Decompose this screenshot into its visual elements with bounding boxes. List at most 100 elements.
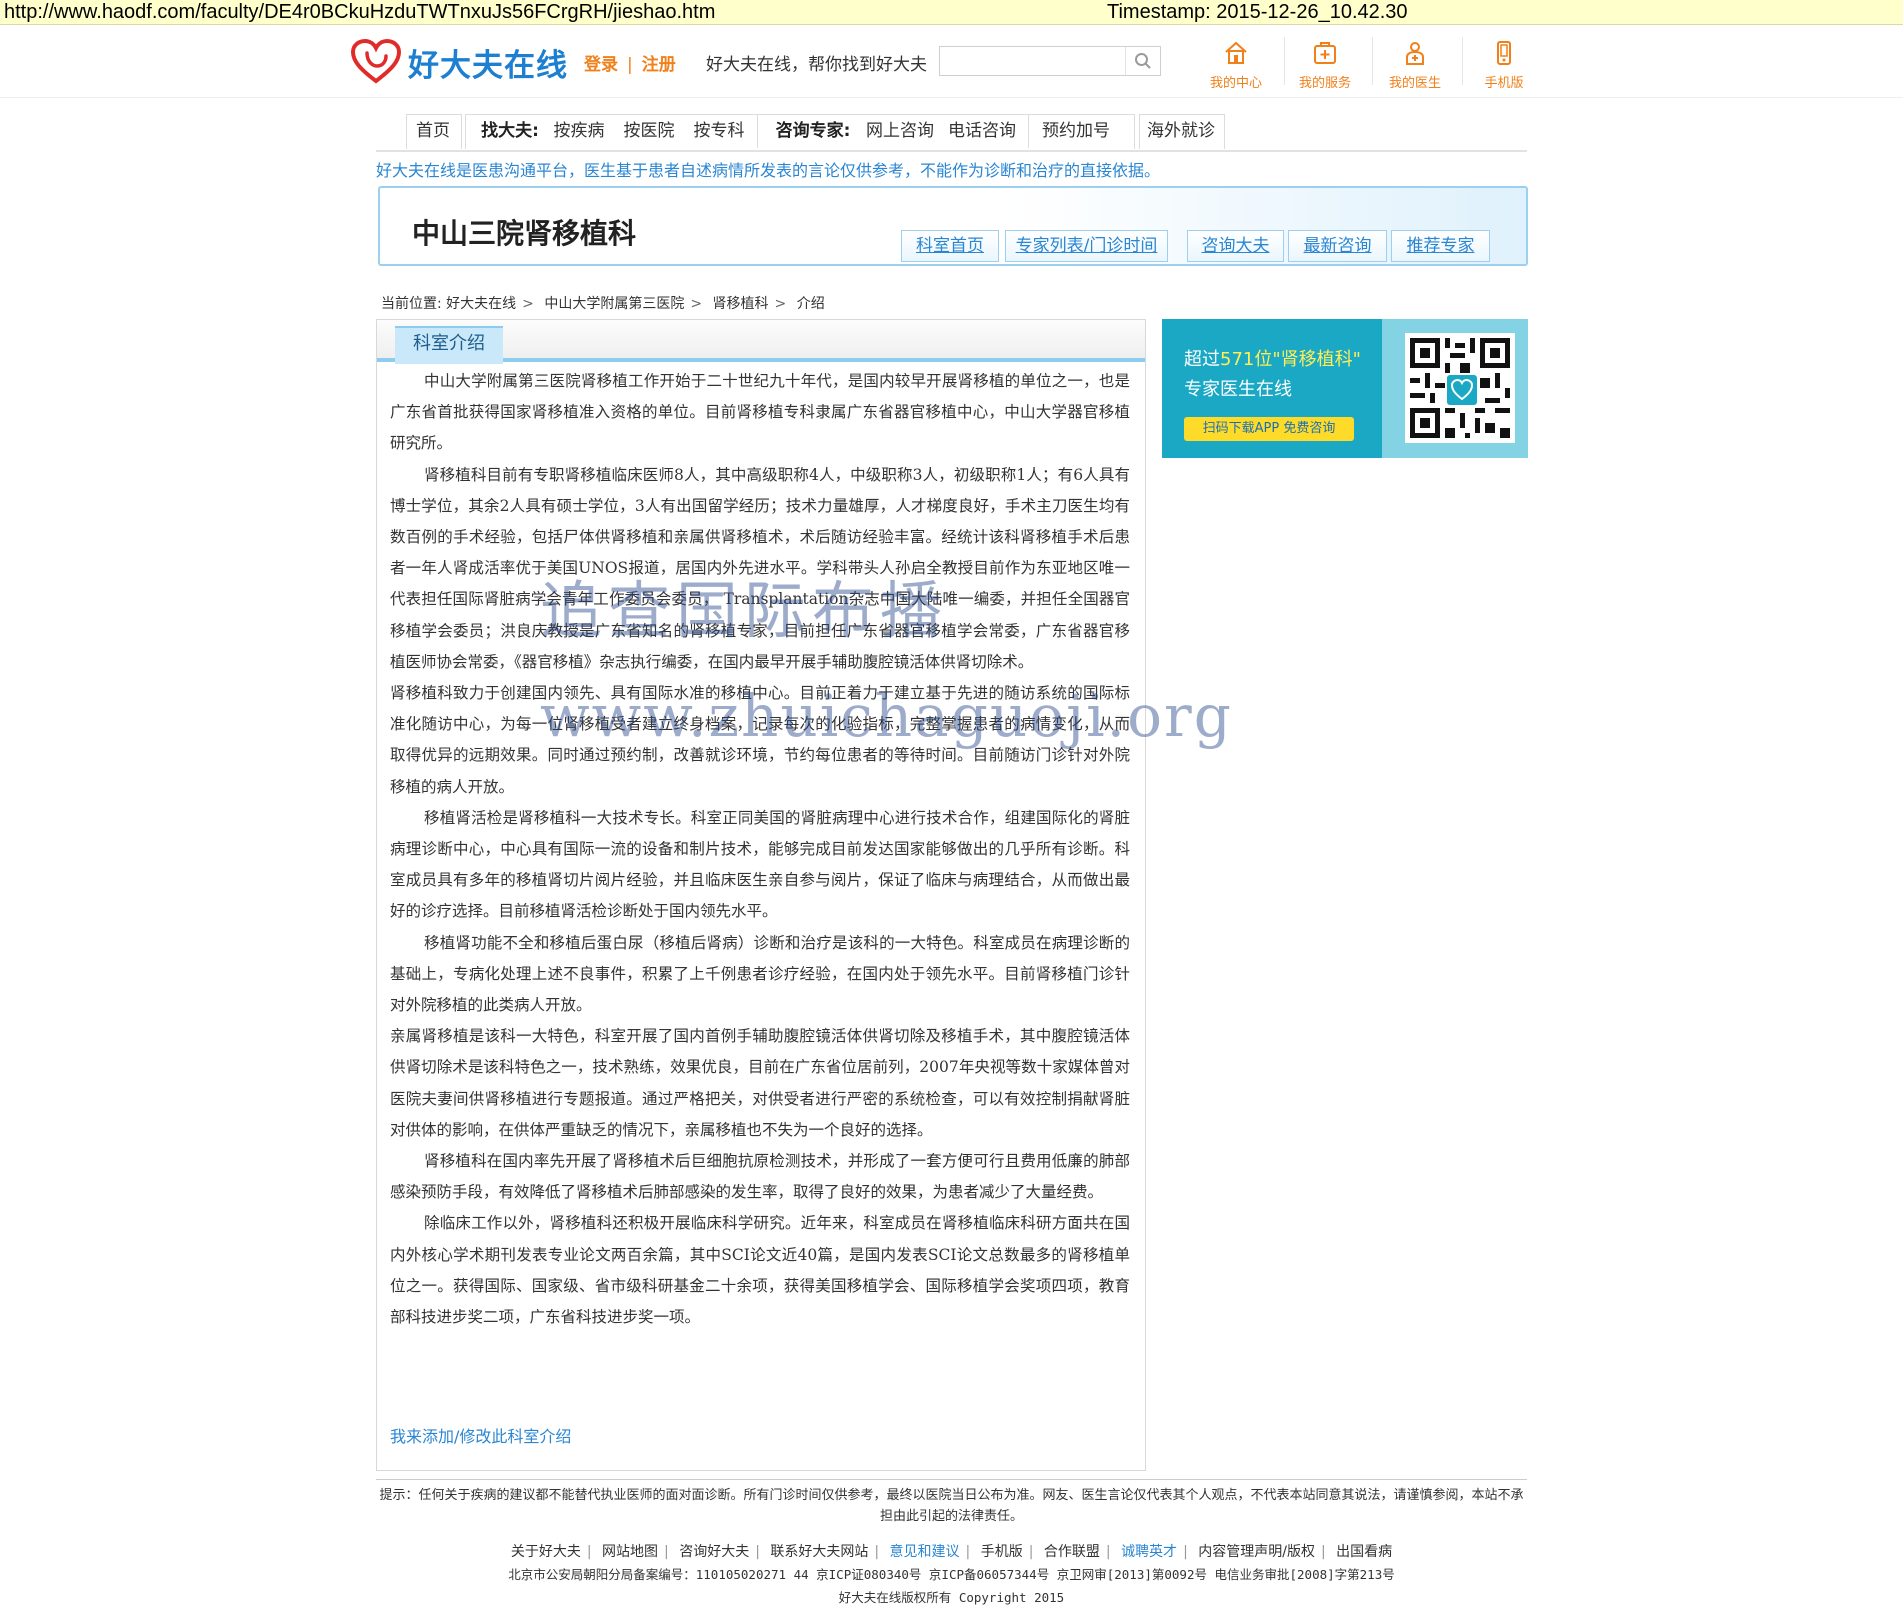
promo-headline: 超过571位"肾移植科" [1184,345,1361,371]
footer-link[interactable]: 网站地图 [602,1544,658,1560]
qr-logo-icon [1445,373,1479,407]
footer-separator: | [965,1544,971,1560]
app-promo-banner[interactable]: 超过571位"肾移植科" 专家医生在线 扫码下载APP 免费咨询 [1162,319,1528,458]
nav-my-doctor[interactable]: 我的医生 [1370,40,1460,91]
nav-overseas[interactable]: 海外就诊 [1139,114,1223,148]
tab-latest-consult[interactable]: 最新咨询 [1288,230,1387,262]
nav-my-center[interactable]: 我的中心 [1191,40,1281,91]
footer-link[interactable]: 关于好大夫 [511,1544,581,1560]
qr-code-icon [1405,333,1515,443]
footer-link[interactable]: 手机版 [981,1544,1023,1560]
footer-link-careers[interactable]: 诚聘英才 [1121,1544,1177,1560]
archive-url: http://www.haodf.com/faculty/DE4r0BCkuHz… [4,1,716,23]
breadcrumb-item[interactable]: 肾移植科 [713,296,769,312]
login-link[interactable]: 登录 [584,55,618,75]
nav-label: 我的医生 [1388,76,1441,91]
department-title: 中山三院肾移植科 [412,217,637,250]
tab-recommended-experts[interactable]: 推荐专家 [1391,230,1490,262]
footer-links: 关于好大夫 | 网站地图 | 咨询好大夫 | 联系好大夫网站 | 意见和建议 | 手机版 |… [376,1541,1527,1561]
footer-separator: | [1105,1544,1111,1560]
footer-link[interactable]: 联系好大夫网站 [770,1544,868,1560]
site-header: 好大夫在线 登录 | 注册 好大夫在线，帮你找到好大夫 我的中心 我的服务 我的… [0,25,1903,98]
footer-separator: | [664,1544,669,1560]
intro-paragraph: 中山大学附属第三医院肾移植工作开始于二十世纪九十年代，是国内较早开展肾移植的单位… [390,372,1130,453]
intro-paragraph: 移植肾活检是肾移植科一大技术专长。科室正同美国的肾脏病理中心进行技术合作，组建国… [390,808,1130,921]
search-input[interactable] [940,47,1142,73]
intro-paragraph: 肾移植科在国内率先开展了肾移植术后巨细胞抗原检测技术，并形成了一套方便可行且费用… [390,1152,1130,1202]
nav-find-doctor-label: 找大夫: [481,121,539,141]
footer-link[interactable]: 咨询好大夫 [679,1544,749,1560]
nav-by-hospital[interactable]: 按医院 [621,114,677,148]
breadcrumb-item[interactable]: 中山大学附属第三医院 [544,296,684,312]
footer-separator: | [755,1544,760,1560]
nav-label: 我的中心 [1209,76,1262,91]
breadcrumb-label: 当前位置: [381,296,442,312]
edit-intro-link[interactable]: 我来添加/修改此科室介绍 [390,1423,571,1447]
footer-registration: 北京市公安局朝阳分局备案编号：110105020271 44 京ICP证0803… [508,1567,1395,1582]
panel-tab-intro[interactable]: 科室介绍 [395,326,503,364]
footer-separator: | [1028,1544,1034,1560]
archive-bar: http://www.haodf.com/faculty/DE4r0BCkuHz… [0,0,1903,25]
promo-subline: 专家医生在线 [1184,379,1292,400]
breadcrumb-item[interactable]: 好大夫在线 [446,296,516,312]
footer-copyright: 好大夫在线版权所有 Copyright 2015 [838,1590,1065,1605]
promo-headline-prefix: 超过 [1184,349,1220,370]
nav-label: 我的服务 [1298,76,1351,91]
nav-home[interactable]: 首页 [406,114,460,148]
intro-paragraph: 移植肾功能不全和移植后蛋白尿（移植后肾病）诊断和治疗是该科的一大特色。科室成员在… [390,933,1130,1015]
logo-text: 好大夫在线 [408,47,568,84]
footer-separator: | [1183,1544,1188,1560]
watermark-text: 追查国际布播 [540,574,949,647]
promo-headline-highlight: 571位"肾移植科" [1220,349,1361,370]
nav-by-disease[interactable]: 按疾病 [551,114,607,148]
search-box [939,46,1161,76]
intro-paragraph: 除临床工作以外，肾移植科还积极开展临床科学研究。近年来，科室成员在肾移植临床科研… [390,1214,1130,1327]
main-nav: 首页 找大夫: 按疾病 按医院 按专科 咨询专家: 网上咨询 电话咨询 预约加号… [376,114,1527,152]
breadcrumb: 当前位置: 好大夫在线 > 中山大学附属第三医院 > 肾移植科 > 介绍 [381,293,825,313]
download-app-button[interactable]: 扫码下载APP 免费咨询 [1184,417,1354,441]
register-link[interactable]: 注册 [642,55,676,75]
nav-divider [757,114,758,148]
panel-header: 科室介绍 [377,320,1145,364]
doctor-icon [1406,42,1424,65]
breadcrumb-separator: > [522,296,534,312]
breadcrumb-separator: > [774,296,787,312]
nav-by-department[interactable]: 按专科 [691,114,747,148]
footer-disclaimer: 提示：任何关于疾病的建议都不能替代执业医师的面对面诊断。所有门诊时间仅供参考，最… [379,1488,1524,1524]
nav-phone-consult[interactable]: 电话咨询 [946,114,1018,148]
footer-divider [376,1479,1527,1480]
heart-logo-icon [350,39,402,84]
auth-separator: | [627,55,633,75]
nav-appointment[interactable]: 预约加号 [1037,114,1115,148]
disclaimer-notice: 好大夫在线是医患沟通平台，医生基于患者自述病情所发表的言论仅供参考，不能作为诊断… [376,161,1161,180]
nav-consult-label: 咨询专家: [775,121,851,141]
footer-link[interactable]: 合作联盟 [1044,1544,1100,1560]
home-icon [1225,41,1247,64]
footer-link-feedback[interactable]: 意见和建议 [890,1544,960,1560]
tab-department-home[interactable]: 科室首页 [901,230,999,262]
tab-consult-doctor[interactable]: 咨询大夫 [1187,230,1284,262]
intro-paragraph: 亲属肾移植是该科一大特色，科室开展了国内首例手辅助腹腔镜活体供肾切除及移植手术，… [390,1027,1130,1139]
nav-label: 手机版 [1484,76,1524,91]
intro-text: 中山大学附属第三医院肾移植工作开始于二十世纪九十年代，是国内较早开展肾移植的单位… [390,366,1130,1333]
footer-link[interactable]: 内容管理声明/版权 [1198,1544,1315,1560]
tab-expert-list[interactable]: 专家列表/门诊时间 [1005,230,1168,262]
search-button[interactable] [1125,47,1160,75]
footer-link[interactable]: 出国看病 [1336,1544,1392,1560]
nav-online-consult[interactable]: 网上咨询 [864,114,936,148]
department-intro-panel: 科室介绍 中山大学附属第三医院肾移植工作开始于二十世纪九十年代，是国内较早开展肾… [376,319,1146,1471]
watermark-url: www.zhuichaguoji.org [540,682,1233,750]
search-icon [1135,53,1151,69]
mobile-phone-icon [1497,41,1511,65]
breadcrumb-separator: > [690,296,703,312]
archive-timestamp: Timestamp: 2015-12-26_10.42.30 [1107,1,1408,23]
nav-mobile[interactable]: 手机版 [1459,40,1549,91]
footer-separator: | [874,1544,880,1560]
footer-separator: | [586,1544,592,1560]
nav-my-services[interactable]: 我的服务 [1280,40,1370,91]
breadcrumb-item: 介绍 [796,296,825,312]
auth-links: 登录 | 注册 [584,50,676,75]
site-slogan: 好大夫在线，帮你找到好大夫 [706,55,927,75]
site-logo[interactable]: 好大夫在线 [350,37,568,87]
department-banner: 中山三院肾移植科 科室首页 专家列表/门诊时间 咨询大夫 最新咨询 推荐专家 [378,186,1528,266]
